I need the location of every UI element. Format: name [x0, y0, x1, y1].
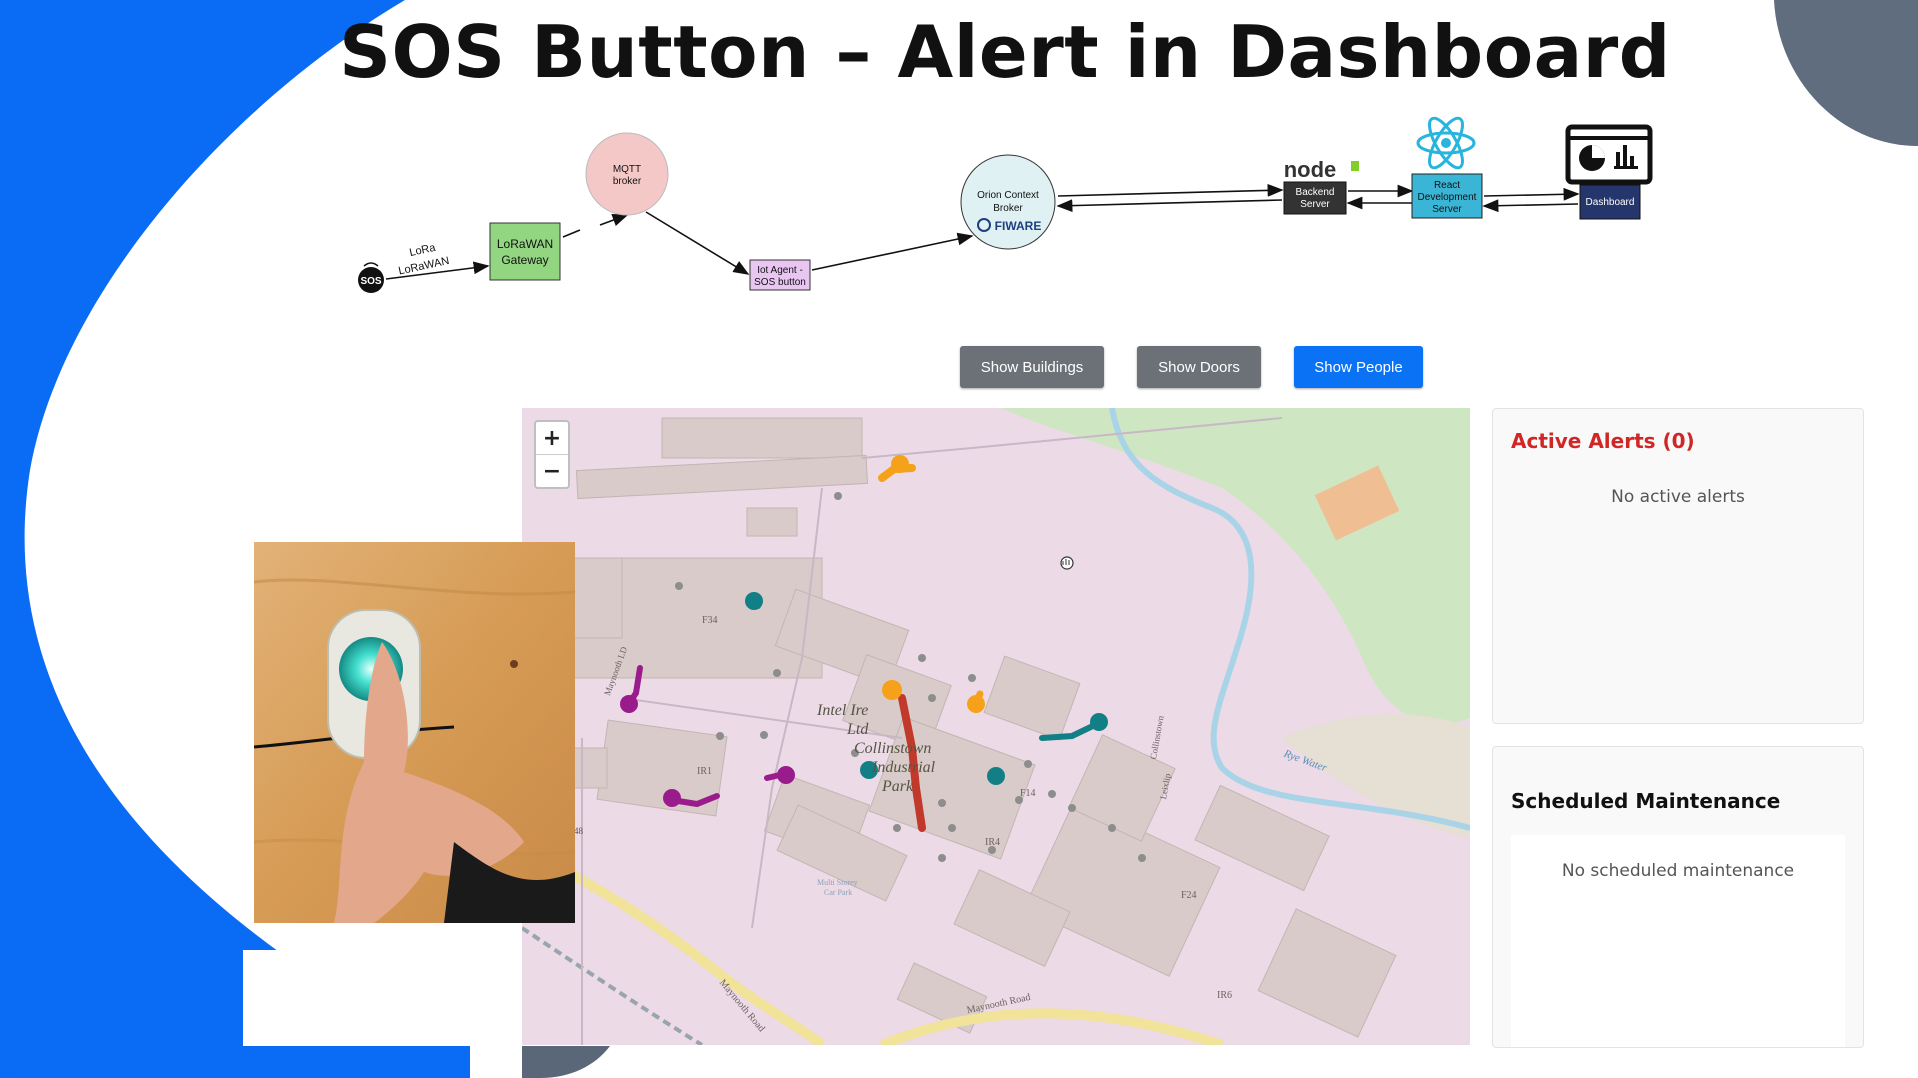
- zoom-out-button[interactable]: −: [536, 455, 568, 487]
- label-multi-storey-1: Multi Storey: [817, 878, 858, 887]
- label-ir1: IR1: [697, 766, 712, 777]
- person-marker-teal-1: [745, 592, 763, 610]
- show-doors-button[interactable]: Show Doors: [1137, 346, 1261, 388]
- white-cutout: [243, 950, 523, 1046]
- react-dashboard-arrow: [1483, 187, 1580, 201]
- iot-agent-label-2: SOS button: [754, 277, 806, 288]
- mqtt-label-1: MQTT: [613, 164, 641, 175]
- scheduled-maintenance-list: No scheduled maintenance: [1511, 835, 1845, 1047]
- react-server-node: React Development Server: [1411, 116, 1483, 219]
- label-ir6: IR6: [1217, 990, 1232, 1001]
- person-marker-purple-3: [777, 766, 795, 784]
- gateway-link: [562, 229, 581, 238]
- react-label-2: Development: [1418, 192, 1477, 203]
- react-label-1: React: [1434, 180, 1460, 191]
- react-logo-icon: [1416, 116, 1476, 170]
- orion-label-2: Broker: [993, 203, 1023, 214]
- show-people-button[interactable]: Show People: [1294, 346, 1423, 388]
- slide-title: SOS Button – Alert in Dashboard: [339, 10, 1671, 94]
- show-buildings-button[interactable]: Show Buildings: [960, 346, 1104, 388]
- mqtt-broker-node: MQTT broker: [585, 132, 669, 216]
- fiware-logo: FIWARE: [995, 219, 1042, 233]
- map-canvas[interactable]: F34 Intel Ire Ltd Collinstown Industrial…: [522, 408, 1470, 1045]
- backend-label-1: Backend: [1296, 187, 1335, 198]
- label-intel-2: Ltd: [846, 721, 869, 738]
- active-alerts-empty: No active alerts: [1611, 487, 1745, 507]
- dashboard-react-arrow: [1482, 199, 1579, 213]
- nodejs-logo: node: [1284, 157, 1337, 182]
- label-park-3: Park: [881, 778, 914, 795]
- person-marker-orange-2: [882, 680, 902, 700]
- dashboard-monitor-icon: [1565, 124, 1653, 185]
- architecture-diagram: SOS LoRa LoRaWAN LoRaWAN Gateway MQTT br…: [358, 116, 1653, 293]
- person-marker-orange-3: [967, 695, 985, 713]
- label-f34: F34: [702, 615, 718, 626]
- person-marker-teal-2: [1090, 713, 1108, 731]
- iot-agent-label-1: Iot Agent -: [757, 265, 803, 276]
- label-multi-storey-2: Car Park: [824, 888, 852, 897]
- label-road-48: 48: [574, 826, 584, 836]
- scheduled-maintenance-empty: No scheduled maintenance: [1561, 861, 1795, 881]
- scheduled-maintenance-panel: Scheduled Maintenance No scheduled maint…: [1492, 746, 1864, 1048]
- label-park-1: Collinstown: [854, 740, 931, 757]
- hand-cursor-icon: [1060, 556, 1074, 570]
- gateway-label-1: LoRaWAN: [497, 237, 553, 251]
- lorawan-gateway-box: LoRaWAN Gateway: [489, 222, 561, 281]
- active-alerts-title: Active Alerts (0): [1511, 429, 1695, 453]
- active-alerts-panel: Active Alerts (0) No active alerts: [1492, 408, 1864, 724]
- agent-orion-arrow: [811, 232, 974, 271]
- label-f24: F24: [1181, 890, 1197, 901]
- label-park-2: Industrial: [871, 759, 936, 776]
- react-label-3: Server: [1432, 204, 1462, 215]
- orion-label-1: Orion Context: [977, 190, 1039, 201]
- label-ir4: IR4: [985, 837, 1000, 848]
- nodejs-hexagon-icon: [1351, 161, 1359, 171]
- sos-icon-text: SOS: [360, 276, 381, 287]
- scheduled-maintenance-title: Scheduled Maintenance: [1511, 789, 1781, 813]
- person-marker-purple-1: [620, 695, 638, 713]
- mqtt-agent-arrow: [645, 211, 750, 275]
- person-marker-purple-2: [663, 789, 681, 807]
- person-marker-teal-4: [987, 767, 1005, 785]
- sos-photo-illustration: [254, 542, 575, 923]
- label-intel-1: Intel Ire: [816, 702, 868, 719]
- label-f14: F14: [1020, 788, 1036, 799]
- zoom-in-button[interactable]: +: [536, 422, 568, 455]
- person-marker-orange-1: [891, 455, 909, 473]
- dashboard-label: Dashboard: [1586, 197, 1635, 208]
- dashboard-node: Dashboard: [1565, 124, 1653, 220]
- gateway-label-2: Gateway: [501, 253, 548, 267]
- orion-backend-arrow: [1057, 183, 1284, 197]
- lora-label: LoRa: [408, 242, 437, 259]
- sos-button-photo: [254, 542, 575, 923]
- people-tracking-map[interactable]: F34 Intel Ire Ltd Collinstown Industrial…: [522, 408, 1470, 1045]
- orion-broker-node: Orion Context Broker FIWARE: [960, 154, 1056, 250]
- gateway-mqtt-arrow: [599, 213, 629, 227]
- mqtt-label-2: broker: [613, 176, 642, 187]
- backend-orion-arrow: [1056, 199, 1283, 213]
- zoom-control: + −: [534, 420, 570, 489]
- backend-server-node: node Backend Server: [1283, 157, 1359, 215]
- sos-device-icon: SOS: [358, 262, 384, 293]
- backend-label-2: Server: [1300, 199, 1330, 210]
- iot-agent-box: Iot Agent - SOS button: [749, 259, 811, 291]
